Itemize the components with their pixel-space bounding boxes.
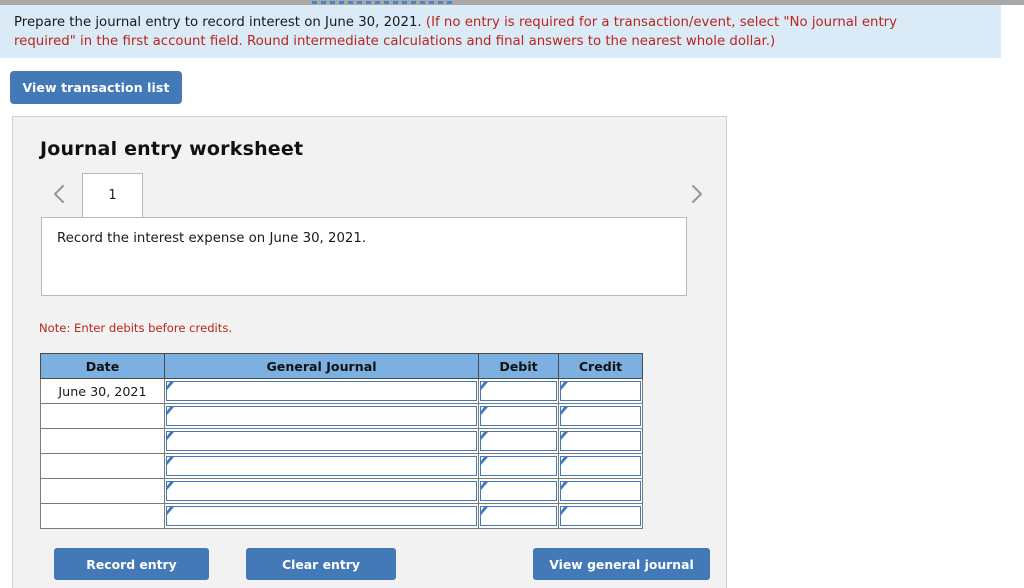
dropdown-triangle-icon: [481, 407, 488, 415]
dropdown-triangle-icon: [167, 457, 174, 465]
credit-input-row-2[interactable]: [560, 406, 641, 426]
dropdown-triangle-icon: [481, 482, 488, 490]
dropdown-triangle-icon: [561, 432, 568, 440]
general-journal-input-row-5[interactable]: [166, 481, 477, 501]
journal-entry-worksheet-panel: Journal entry worksheet 1 Record the int…: [12, 116, 727, 588]
cell-credit-row-2[interactable]: [558, 403, 643, 429]
dropdown-triangle-icon: [481, 507, 488, 515]
worksheet-action-buttons: Record entry Clear entry View general jo…: [41, 548, 713, 581]
debits-before-credits-note: Note: Enter debits before credits.: [39, 321, 233, 335]
debit-input-row-3[interactable]: [480, 431, 557, 451]
clear-entry-button[interactable]: Clear entry: [246, 548, 396, 580]
table-row: [40, 503, 643, 529]
general-journal-input-row-3[interactable]: [166, 431, 477, 451]
chevron-left-icon[interactable]: [48, 181, 70, 207]
cell-debit-row-3[interactable]: [478, 428, 559, 454]
dropdown-triangle-icon: [561, 507, 568, 515]
column-header-general-journal: General Journal: [164, 353, 479, 379]
credit-input-row-4[interactable]: [560, 456, 641, 476]
dropdown-triangle-icon: [167, 507, 174, 515]
cell-general-journal-row-3[interactable]: [164, 428, 479, 454]
task-description-text: Record the interest expense on June 30, …: [57, 231, 367, 246]
debit-input-row-1[interactable]: [480, 381, 557, 401]
dropdown-triangle-icon: [481, 382, 488, 390]
cell-credit-row-4[interactable]: [558, 453, 643, 479]
cell-general-journal-row-4[interactable]: [164, 453, 479, 479]
page-title: Journal entry worksheet: [40, 138, 304, 160]
horizontal-dashed-handle-icon[interactable]: [312, 1, 452, 4]
instruction-black-text: Prepare the journal entry to record inte…: [14, 15, 422, 30]
general-journal-input-row-1[interactable]: [166, 381, 477, 401]
cell-general-journal-row-6[interactable]: [164, 503, 479, 529]
cell-date-row-2: [40, 403, 165, 429]
column-header-date: Date: [40, 353, 165, 379]
dropdown-triangle-icon: [481, 432, 488, 440]
view-general-journal-button[interactable]: View general journal: [533, 548, 710, 580]
cell-date-row-1: June 30, 2021: [40, 378, 165, 404]
task-description-box: Record the interest expense on June 30, …: [41, 217, 687, 296]
cell-general-journal-row-5[interactable]: [164, 478, 479, 504]
credit-input-row-6[interactable]: [560, 506, 641, 526]
instruction-red-text-part-2: required" in the first account field. Ro…: [14, 34, 776, 49]
cell-credit-row-3[interactable]: [558, 428, 643, 454]
general-journal-input-row-2[interactable]: [166, 406, 477, 426]
dropdown-triangle-icon: [481, 457, 488, 465]
credit-input-row-1[interactable]: [560, 381, 641, 401]
dropdown-triangle-icon: [561, 457, 568, 465]
table-row: [40, 453, 643, 479]
view-transaction-list-button[interactable]: View transaction list: [10, 71, 182, 104]
cell-debit-row-4[interactable]: [478, 453, 559, 479]
dropdown-triangle-icon: [167, 432, 174, 440]
column-header-debit: Debit: [478, 353, 559, 379]
cell-date-row-6: [40, 503, 165, 529]
cell-general-journal-row-2[interactable]: [164, 403, 479, 429]
cell-date-row-4: [40, 453, 165, 479]
cell-date-row-5: [40, 478, 165, 504]
credit-input-row-3[interactable]: [560, 431, 641, 451]
journal-entry-table: Date General Journal Debit Credit June 3…: [40, 353, 643, 529]
cell-debit-row-2[interactable]: [478, 403, 559, 429]
debit-input-row-4[interactable]: [480, 456, 557, 476]
table-row: [40, 428, 643, 454]
worksheet-tab-1[interactable]: 1: [82, 173, 143, 218]
table-row: [40, 403, 643, 429]
cell-credit-row-6[interactable]: [558, 503, 643, 529]
worksheet-tab-strip: 1: [40, 173, 716, 219]
dropdown-triangle-icon: [167, 482, 174, 490]
cell-debit-row-1[interactable]: [478, 378, 559, 404]
dropdown-triangle-icon: [561, 482, 568, 490]
table-header-row: Date General Journal Debit Credit: [40, 353, 643, 379]
cell-credit-row-5[interactable]: [558, 478, 643, 504]
dropdown-triangle-icon: [167, 382, 174, 390]
record-entry-button[interactable]: Record entry: [54, 548, 209, 580]
column-header-credit: Credit: [558, 353, 643, 379]
dropdown-triangle-icon: [561, 407, 568, 415]
general-journal-input-row-6[interactable]: [166, 506, 477, 526]
table-row: June 30, 2021: [40, 378, 643, 404]
debit-input-row-5[interactable]: [480, 481, 557, 501]
cell-debit-row-6[interactable]: [478, 503, 559, 529]
instruction-line-1: Prepare the journal entry to record inte…: [14, 13, 989, 32]
cell-debit-row-5[interactable]: [478, 478, 559, 504]
dropdown-triangle-icon: [167, 407, 174, 415]
debit-input-row-2[interactable]: [480, 406, 557, 426]
chevron-right-icon[interactable]: [686, 181, 708, 207]
instruction-red-text-part-1: (If no entry is required for a transacti…: [425, 15, 897, 30]
cell-credit-row-1[interactable]: [558, 378, 643, 404]
debit-input-row-6[interactable]: [480, 506, 557, 526]
cell-date-row-3: [40, 428, 165, 454]
cell-general-journal-row-1[interactable]: [164, 378, 479, 404]
general-journal-input-row-4[interactable]: [166, 456, 477, 476]
table-row: [40, 478, 643, 504]
dropdown-triangle-icon: [561, 382, 568, 390]
credit-input-row-5[interactable]: [560, 481, 641, 501]
instruction-banner: Prepare the journal entry to record inte…: [0, 5, 1001, 58]
